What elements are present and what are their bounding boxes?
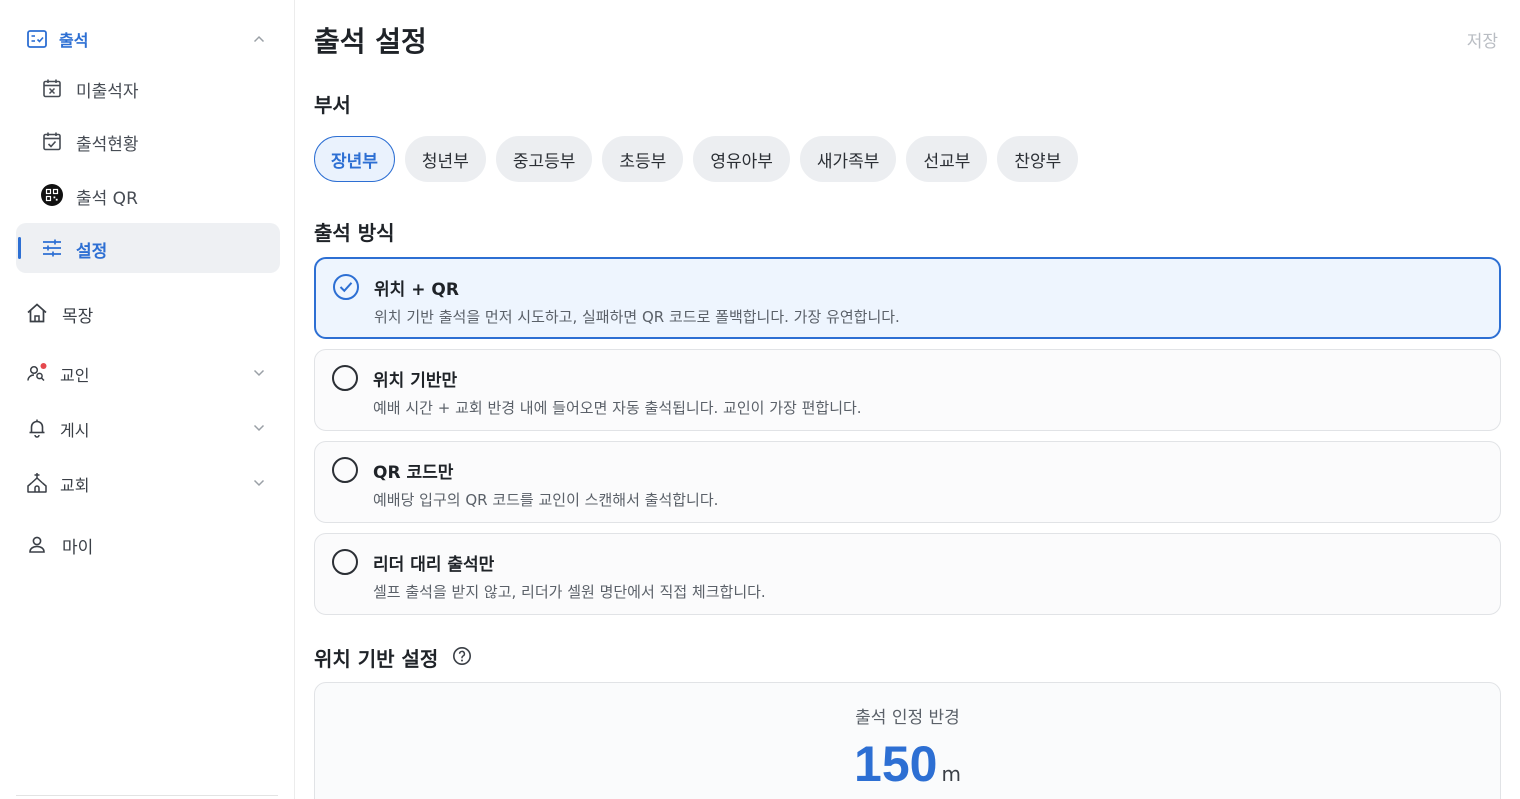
option-description: 예배당 입구의 QR 코드를 교인이 스캔해서 출석합니다. xyxy=(373,491,719,509)
sidebar-item-label: 교회 xyxy=(60,476,90,495)
method-option-leader-only[interactable]: 리더 대리 출석만 셀프 출석을 받지 않고, 리더가 셀원 명단에서 직접 체… xyxy=(314,533,1501,615)
home-icon xyxy=(26,302,48,324)
help-icon[interactable] xyxy=(452,646,472,666)
chevron-down-icon xyxy=(252,366,266,380)
bell-icon xyxy=(26,417,48,439)
sliders-icon xyxy=(41,237,63,259)
department-chip[interactable]: 영유아부 xyxy=(693,136,790,182)
radio-button[interactable] xyxy=(332,365,358,391)
sidebar-item-members[interactable]: 교인 xyxy=(16,351,280,395)
sidebar-item-church[interactable]: 교회 xyxy=(16,461,280,505)
main-content: 출석 설정 저장 부서 장년부 청년부 중고등부 초등부 영유아부 새가족부 선… xyxy=(295,0,1520,799)
sidebar-item-label: 목장 xyxy=(62,307,94,327)
option-title: 리더 대리 출석만 xyxy=(373,555,495,575)
calendar-check-icon xyxy=(41,130,63,152)
qr-code-icon xyxy=(41,184,63,206)
department-chip[interactable]: 중고등부 xyxy=(495,136,593,182)
location-section-title: 위치 기반 설정 xyxy=(314,647,439,671)
option-description: 예배 시간 + 교회 반경 내에 들어오면 자동 출석됩니다. 교인이 가장 편… xyxy=(373,399,862,417)
chevron-up-icon xyxy=(252,32,266,46)
department-chip[interactable]: 청년부 xyxy=(404,136,486,182)
sidebar-item-label: 설정 xyxy=(76,242,108,262)
option-title: QR 코드만 xyxy=(373,463,454,483)
chevron-down-icon xyxy=(252,421,266,435)
sidebar-item-label: 교인 xyxy=(60,366,90,385)
radius-label: 출석 인정 반경 xyxy=(855,708,960,728)
users-icon xyxy=(26,362,48,384)
method-option-location-qr[interactable]: 위치 + QR 위치 기반 출석을 먼저 시도하고, 실패하면 QR 코드로 폴… xyxy=(314,257,1501,339)
department-chip[interactable]: 찬양부 xyxy=(997,136,1079,182)
check-circle-icon xyxy=(333,274,359,300)
option-description: 위치 기반 출석을 먼저 시도하고, 실패하면 QR 코드로 폴백합니다. 가장… xyxy=(374,308,900,326)
sidebar-item-label: 게시 xyxy=(60,421,90,440)
chevron-down-icon xyxy=(252,476,266,490)
sidebar-item-mokjang[interactable]: 목장 xyxy=(16,291,280,335)
method-option-location-only[interactable]: 위치 기반만 예배 시간 + 교회 반경 내에 들어오면 자동 출석됩니다. 교… xyxy=(314,349,1501,431)
method-option-qr-only[interactable]: QR 코드만 예배당 입구의 QR 코드를 교인이 스캔해서 출석합니다. xyxy=(314,441,1501,523)
calendar-x-icon xyxy=(41,77,63,99)
option-title: 위치 기반만 xyxy=(373,371,458,391)
sidebar-item-settings[interactable]: 설정 xyxy=(16,223,280,273)
radius-card: 출석 인정 반경 150 m xyxy=(314,682,1501,799)
sidebar-item-my[interactable]: 마이 xyxy=(16,522,280,566)
save-button[interactable]: 저장 xyxy=(1467,27,1498,52)
department-chip[interactable]: 장년부 xyxy=(314,136,395,182)
checklist-icon xyxy=(26,28,48,50)
sidebar-divider xyxy=(16,795,278,796)
radius-value-display: 150 m xyxy=(315,735,1500,793)
sidebar-group-attendance[interactable]: 출석 xyxy=(16,19,280,59)
option-description: 셀프 출석을 받지 않고, 리더가 셀원 명단에서 직접 체크합니다. xyxy=(373,583,766,601)
sidebar-item-absentees[interactable]: 미출석자 xyxy=(16,63,280,113)
sidebar-item-label: 출석현황 xyxy=(76,135,139,155)
sidebar-item-attendance-qr[interactable]: 출석 QR xyxy=(16,170,280,220)
radio-button[interactable] xyxy=(332,457,358,483)
department-chip[interactable]: 새가족부 xyxy=(799,136,897,182)
active-indicator xyxy=(18,237,21,259)
radio-button[interactable] xyxy=(332,549,358,575)
user-icon xyxy=(26,533,48,555)
church-icon xyxy=(26,472,48,494)
sidebar-item-attendance-status[interactable]: 출석현황 xyxy=(16,116,280,166)
department-chip[interactable]: 선교부 xyxy=(906,136,988,182)
sidebar-item-label: 출석 QR xyxy=(76,189,138,209)
option-title: 위치 + QR xyxy=(374,280,459,300)
app-root: 출석 미출석자 출석현황 출석 QR 설정 목장 교인 게시 교회 마이 출석 … xyxy=(0,0,1520,799)
sidebar-item-label: 마이 xyxy=(62,538,94,558)
sidebar: 출석 미출석자 출석현황 출석 QR 설정 목장 교인 게시 교회 마이 xyxy=(0,0,295,799)
sidebar-group-label: 출석 xyxy=(59,31,89,50)
page-title: 출석 설정 xyxy=(314,25,427,58)
radius-unit: m xyxy=(941,762,961,786)
sidebar-item-label: 미출석자 xyxy=(76,82,139,102)
department-chip[interactable]: 초등부 xyxy=(602,136,684,182)
method-section-title: 출석 방식 xyxy=(314,221,395,245)
sidebar-item-posts[interactable]: 게시 xyxy=(16,406,280,450)
radius-value: 150 xyxy=(854,736,938,792)
department-chips: 장년부 청년부 중고등부 초등부 영유아부 새가족부 선교부 찬양부 xyxy=(314,136,1079,182)
department-section-title: 부서 xyxy=(314,93,351,117)
